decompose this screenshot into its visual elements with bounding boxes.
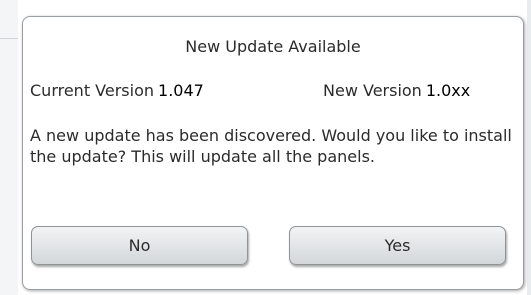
current-version-value: 1.047 bbox=[158, 81, 204, 100]
background-right-edge bbox=[527, 0, 531, 295]
dialog-message: A new update has been discovered. Would … bbox=[30, 126, 512, 166]
version-row: Current Version 1.047 New Version 1.0xx bbox=[30, 81, 515, 103]
update-dialog: New Update Available Current Version 1.04… bbox=[22, 16, 524, 290]
new-version-label: New Version bbox=[323, 81, 422, 100]
new-version-value: 1.0xx bbox=[423, 81, 473, 100]
background-left-panel bbox=[0, 0, 18, 295]
dialog-title: New Update Available bbox=[185, 37, 361, 56]
new-version: New Version 1.0xx bbox=[323, 81, 473, 100]
yes-button[interactable]: Yes bbox=[289, 226, 506, 265]
background-divider bbox=[0, 38, 18, 39]
current-version-label: Current Version bbox=[30, 81, 155, 100]
current-version: Current Version 1.047 bbox=[30, 81, 204, 100]
no-button[interactable]: No bbox=[31, 226, 248, 265]
